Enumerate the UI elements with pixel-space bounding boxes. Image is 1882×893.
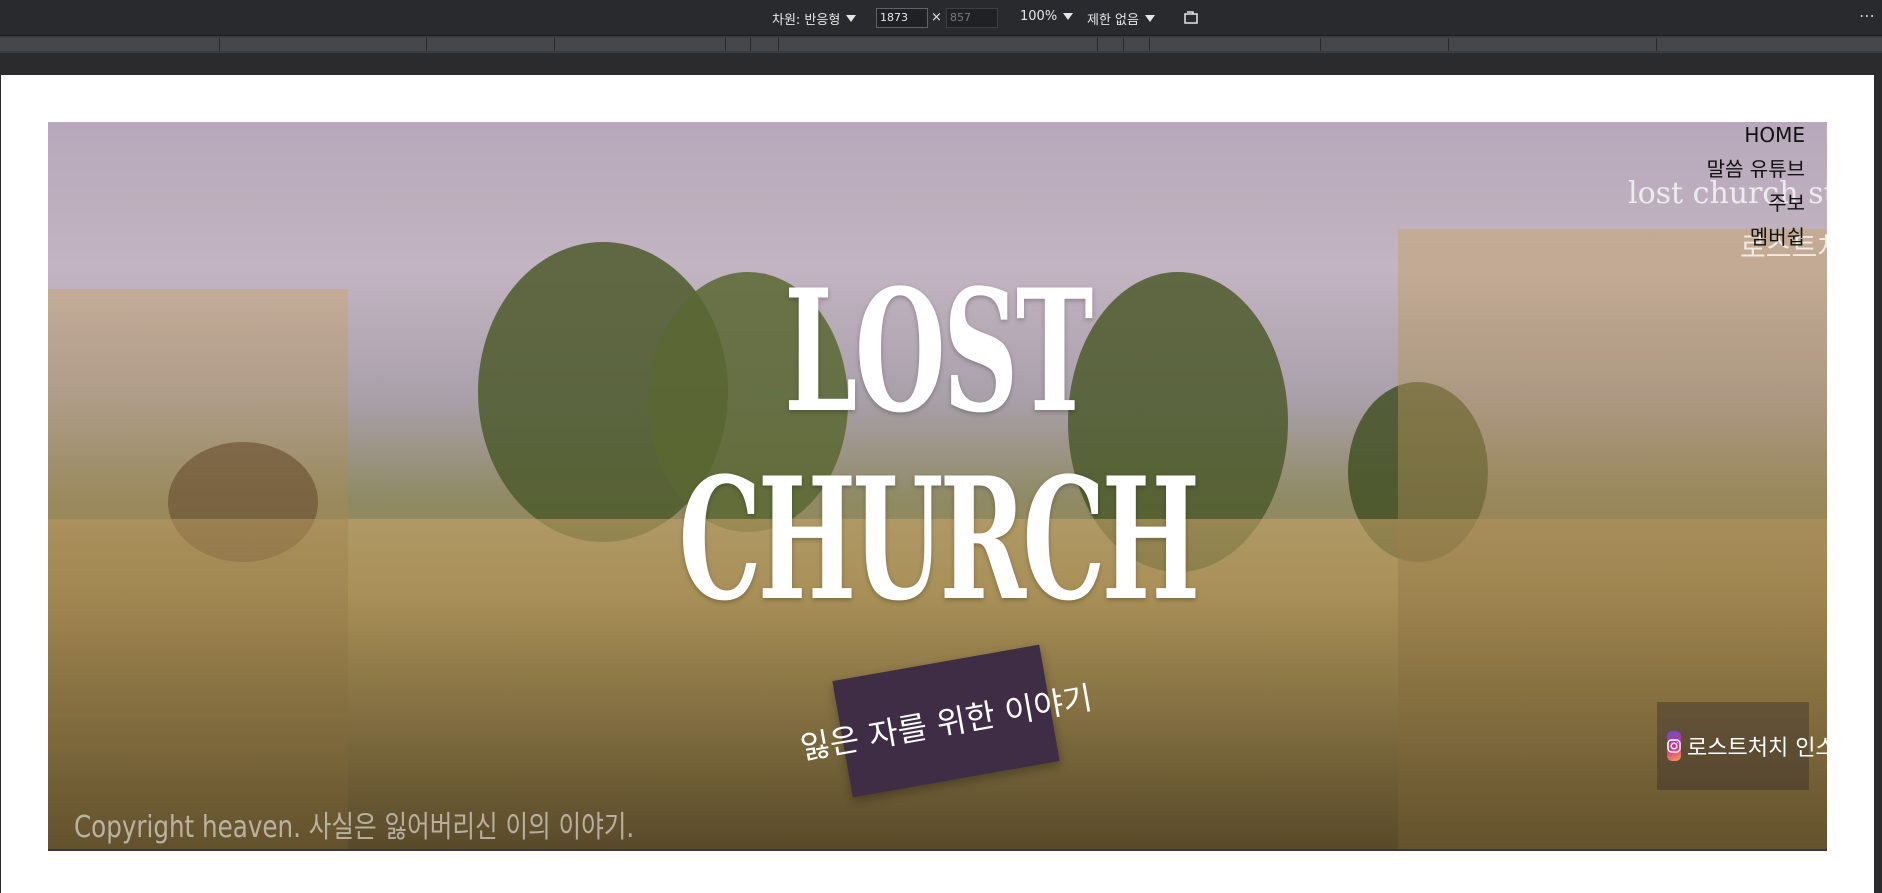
hero-divider (48, 849, 1827, 851)
caret-down-icon (1144, 15, 1155, 22)
nav-bulletin[interactable]: 주보 (1707, 186, 1805, 220)
more-icon[interactable]: ⋯ (1859, 6, 1876, 25)
viewport-resize-handle[interactable] (1875, 75, 1882, 893)
caret-down-icon (1063, 13, 1074, 20)
brand-title-line2: CHURCH (678, 440, 1200, 638)
device-toolbar: 차원: 반응형 1873 × 857 100% 제한 없음 ⋯ (0, 0, 1882, 36)
media-query-segment[interactable] (220, 38, 427, 51)
hero-banner: lost church story 로스트처치 LOST CHURCH 잃은 자… (48, 122, 1827, 849)
rotate-icon[interactable] (1183, 9, 1201, 25)
media-query-segment[interactable] (427, 38, 555, 51)
instagram-icon (1667, 731, 1681, 761)
zoom-label: 100% (1020, 9, 1058, 24)
zoom-select[interactable]: 100% (1020, 9, 1074, 24)
viewport-gutter (0, 53, 1882, 75)
media-query-segment[interactable] (779, 38, 1098, 51)
caret-down-icon (846, 15, 857, 22)
height-input[interactable]: 857 (946, 8, 998, 28)
nav-sermon-youtube[interactable]: 말씀 유튜브 (1707, 152, 1805, 186)
page-viewport: lost church story 로스트처치 LOST CHURCH 잃은 자… (1, 75, 1874, 893)
throttle-label: 제한 없음 (1087, 13, 1139, 28)
media-query-segment[interactable] (1449, 38, 1657, 51)
width-input[interactable]: 1873 (876, 8, 928, 28)
main-nav: HOME 말씀 유튜브 주보 멤버쉽 (1707, 122, 1805, 254)
copyright-text: Copyright heaven. 사실은 잃어버리신 이의 이야기. (74, 810, 635, 845)
brand-title-line1: LOST (784, 252, 1093, 450)
media-query-segment[interactable] (555, 38, 726, 51)
grass-shape (48, 289, 348, 849)
instagram-label: 로스트처치 인스타 (1687, 736, 1827, 761)
nav-home[interactable]: HOME (1707, 122, 1805, 152)
media-query-segment[interactable] (1321, 38, 1449, 51)
nav-membership[interactable]: 멤버쉽 (1707, 220, 1805, 254)
media-query-segment[interactable] (1124, 38, 1150, 51)
media-query-segment[interactable] (1150, 38, 1321, 51)
media-query-segment[interactable] (0, 38, 220, 51)
dimension-select[interactable]: 차원: 반응형 (772, 9, 857, 28)
instagram-link[interactable]: 로스트처치 인스타 (1657, 702, 1827, 790)
media-query-segment[interactable] (1098, 38, 1124, 51)
times-sign: × (931, 10, 942, 25)
dimension-label: 차원: 반응형 (772, 13, 841, 28)
media-query-segment[interactable] (1657, 38, 1882, 51)
media-query-segment[interactable] (726, 38, 751, 51)
throttle-select[interactable]: 제한 없음 (1087, 9, 1155, 28)
media-query-bar (0, 36, 1882, 53)
media-query-segment[interactable] (751, 38, 779, 51)
times-label: × (931, 10, 942, 25)
